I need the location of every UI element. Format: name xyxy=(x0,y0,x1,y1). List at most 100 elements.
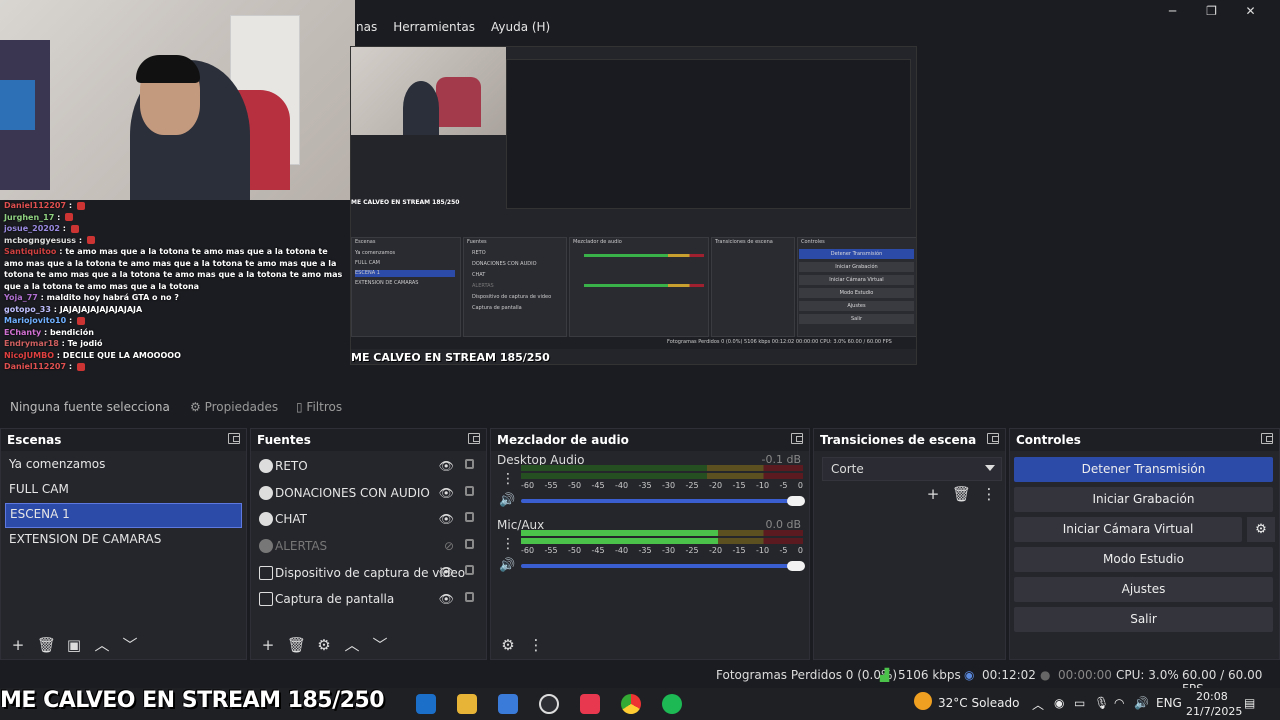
store-icon[interactable] xyxy=(498,694,518,714)
filters-button[interactable]: ▯ Filtros xyxy=(296,400,342,414)
chat-text: bendición xyxy=(49,327,94,337)
mixer-dock-title: Mezclador de audio xyxy=(491,429,809,451)
close-button[interactable]: ✕ xyxy=(1231,2,1270,20)
tick-label: -25 xyxy=(685,481,699,490)
wifi-icon[interactable]: ◠ xyxy=(1114,696,1124,710)
outlook-icon[interactable] xyxy=(416,694,436,714)
preview-canvas[interactable]: ME CALVEO EN STREAM 185/250 Escenas Ya c… xyxy=(350,46,917,365)
eye-icon[interactable]: 👁 xyxy=(439,486,454,500)
source-item[interactable]: Dispositivo de captura de video 👁 xyxy=(251,559,486,586)
source-item[interactable]: Captura de pantalla 👁 xyxy=(251,586,486,613)
trash-icon[interactable]: 🗑 xyxy=(287,636,306,654)
undock-icon[interactable] xyxy=(228,433,240,444)
menu-dots-icon[interactable]: ⋮ xyxy=(980,485,998,503)
volume-slider[interactable] xyxy=(521,496,805,506)
file-explorer-icon[interactable] xyxy=(457,694,477,714)
properties-button[interactable]: ⚙ Propiedades xyxy=(190,400,278,414)
notifications-icon[interactable]: ▤ xyxy=(1244,696,1255,710)
menu-dots-icon[interactable]: ⋮ xyxy=(527,636,545,654)
obs-icon[interactable] xyxy=(539,694,559,714)
emote-icon xyxy=(65,213,74,221)
chat-message: Daniel112207 : xyxy=(4,361,346,373)
weather-icon[interactable] xyxy=(914,692,932,710)
exit-button[interactable]: Salir xyxy=(1014,607,1273,632)
source-label: Captura de pantalla xyxy=(275,592,395,607)
transition-select[interactable]: Corte xyxy=(822,457,1002,481)
eye-icon[interactable]: 👁 xyxy=(439,459,454,473)
chevron-down-icon[interactable]: ﹀ xyxy=(371,636,389,654)
source-item[interactable]: CHAT 👁 xyxy=(251,506,486,533)
source-label: RETO xyxy=(275,459,308,474)
preview-scenes-panel: Escenas Ya comenzamos FULL CAM ESCENA 1 … xyxy=(351,237,461,337)
undock-icon[interactable] xyxy=(468,433,480,444)
undock-icon[interactable] xyxy=(987,433,999,444)
settings-button[interactable]: Ajustes xyxy=(1014,577,1273,602)
slider-knob[interactable] xyxy=(787,496,805,506)
add-icon[interactable]: + xyxy=(259,636,277,654)
slider-knob[interactable] xyxy=(787,561,805,571)
language-indicator[interactable]: ENG xyxy=(1156,696,1182,710)
speaker-icon[interactable]: 🔊 xyxy=(499,558,515,573)
studio-mode-button[interactable]: Modo Estudio xyxy=(1014,547,1273,572)
menu-item-herramientas[interactable]: Herramientas xyxy=(393,20,475,34)
window-tray-icon[interactable]: ▭ xyxy=(1074,696,1085,710)
source-item[interactable]: RETO 👁 xyxy=(251,453,486,480)
gear-icon[interactable]: ⚙ xyxy=(315,636,333,654)
start-recording-button[interactable]: Iniciar Grabación xyxy=(1014,487,1273,512)
scene-item[interactable]: Ya comenzamos xyxy=(1,453,246,478)
trash-icon[interactable]: 🗑 xyxy=(952,485,971,503)
stop-stream-button[interactable]: Detener Transmisión xyxy=(1014,457,1273,482)
eye-icon[interactable]: 👁 xyxy=(439,512,454,526)
eye-icon[interactable]: 👁 xyxy=(439,592,454,606)
scene-item[interactable]: ESCENA 1 xyxy=(5,503,242,528)
add-icon[interactable]: + xyxy=(924,485,942,503)
lock-icon[interactable] xyxy=(465,591,474,602)
undock-icon[interactable] xyxy=(1261,433,1273,444)
clock-date[interactable]: 21/7/2025 xyxy=(1186,705,1242,718)
preview-control-btn: Iniciar Cámara Virtual xyxy=(799,275,914,285)
lock-icon[interactable] xyxy=(465,565,474,576)
virtual-camera-gear-icon[interactable]: ⚙ xyxy=(1247,517,1275,542)
clock-time[interactable]: 20:08 xyxy=(1196,690,1228,703)
lock-icon[interactable] xyxy=(465,538,474,549)
lock-icon[interactable] xyxy=(465,459,474,469)
chat-message: Daniel112207 : xyxy=(4,200,346,212)
speaker-icon[interactable]: 🔊 xyxy=(499,493,515,508)
scene-item[interactable]: EXTENSION DE CAMARAS xyxy=(1,528,246,553)
lock-icon[interactable] xyxy=(465,512,474,523)
menu-item-ayuda[interactable]: Ayuda (H) xyxy=(491,20,550,34)
properties-bar: Ninguna fuente selecciona ⚙ Propiedades … xyxy=(0,392,1280,422)
channel-menu-icon[interactable]: ⋮ xyxy=(501,472,515,486)
volume-icon[interactable]: 🔊 xyxy=(1134,696,1149,710)
source-item[interactable]: ALERTAS ⊘ xyxy=(251,533,486,560)
advanced-audio-gear-icon[interactable]: ⚙ xyxy=(499,636,517,654)
record-time: 00:00:00 xyxy=(1058,668,1112,682)
channel-menu-icon[interactable]: ⋮ xyxy=(501,537,515,551)
spotify-icon[interactable] xyxy=(662,694,682,714)
obs-tray-icon[interactable]: ◉ xyxy=(1054,696,1064,710)
chevron-up-icon[interactable]: ︿ xyxy=(343,636,361,654)
eye-hidden-icon[interactable]: ⊘ xyxy=(444,539,454,553)
maximize-button[interactable]: ❐ xyxy=(1192,2,1231,20)
filter-icon[interactable]: ▣ xyxy=(65,636,83,654)
weather-text[interactable]: 32°C Soleado xyxy=(938,696,1019,710)
minimize-button[interactable]: ─ xyxy=(1153,2,1192,20)
volume-slider[interactable] xyxy=(521,561,805,571)
source-item[interactable]: DONACIONES CON AUDIO 👁 xyxy=(251,480,486,507)
add-icon[interactable]: + xyxy=(9,636,27,654)
lock-icon[interactable] xyxy=(465,485,474,496)
tiktok-icon[interactable] xyxy=(580,694,600,714)
chevron-down-icon[interactable]: ﹀ xyxy=(121,636,139,654)
eye-icon[interactable]: 👁 xyxy=(439,565,454,579)
menu-item-ventanas[interactable]: nas xyxy=(356,20,377,34)
stream-time: 00:12:02 xyxy=(982,668,1036,682)
start-virtual-camera-button[interactable]: Iniciar Cámara Virtual xyxy=(1014,517,1242,542)
chrome-icon[interactable] xyxy=(621,694,641,714)
mic-icon[interactable]: 🎙 xyxy=(1094,696,1109,710)
chevron-up-icon[interactable]: ︿ xyxy=(1032,696,1044,713)
trash-icon[interactable]: 🗑 xyxy=(37,636,56,654)
undock-icon[interactable] xyxy=(791,433,803,444)
chevron-up-icon[interactable]: ︿ xyxy=(93,636,111,654)
tick-label: -60 xyxy=(521,546,535,555)
scene-item[interactable]: FULL CAM xyxy=(1,478,246,503)
